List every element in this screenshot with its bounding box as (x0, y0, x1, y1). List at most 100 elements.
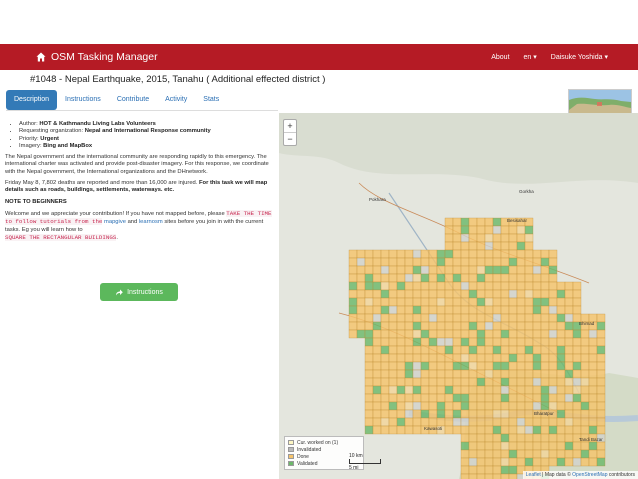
task-cell[interactable] (444, 297, 454, 307)
task-cell[interactable] (468, 225, 478, 235)
task-cell[interactable] (388, 409, 398, 419)
task-cell[interactable] (436, 417, 446, 427)
task-cell[interactable] (580, 345, 590, 355)
task-cell[interactable] (468, 265, 478, 275)
task-cell[interactable] (452, 393, 462, 403)
task-cell[interactable] (572, 337, 582, 347)
task-cell[interactable] (412, 321, 422, 331)
task-cell[interactable] (444, 265, 454, 275)
task-cell[interactable] (452, 313, 462, 323)
task-cell[interactable] (532, 353, 542, 363)
task-cell[interactable] (460, 265, 470, 275)
task-cell[interactable] (436, 393, 446, 403)
task-cell[interactable] (468, 297, 478, 307)
task-cell[interactable] (500, 305, 510, 315)
task-cell[interactable] (468, 409, 478, 419)
task-cell[interactable] (588, 393, 598, 403)
task-cell[interactable] (476, 273, 486, 283)
task-cell[interactable] (356, 321, 366, 331)
task-cell[interactable] (516, 417, 526, 427)
task-cell[interactable] (404, 369, 414, 379)
task-cell[interactable] (572, 377, 582, 387)
task-cell[interactable] (564, 369, 574, 379)
task-cell[interactable] (436, 401, 446, 411)
task-cell[interactable] (556, 353, 566, 363)
task-cell[interactable] (556, 361, 566, 371)
task-cell[interactable] (564, 313, 574, 323)
task-cell[interactable] (436, 337, 446, 347)
task-cell[interactable] (484, 273, 494, 283)
task-cell[interactable] (388, 345, 398, 355)
tab-activity[interactable]: Activity (157, 90, 195, 110)
task-cell[interactable] (356, 249, 366, 259)
task-cell[interactable] (452, 385, 462, 395)
task-cell[interactable] (516, 409, 526, 419)
task-cell[interactable] (492, 425, 502, 435)
task-cell[interactable] (420, 385, 430, 395)
task-cell[interactable] (364, 377, 374, 387)
task-cell[interactable] (364, 313, 374, 323)
task-cell[interactable] (460, 281, 470, 291)
task-cell[interactable] (468, 273, 478, 283)
task-cell[interactable] (420, 369, 430, 379)
task-cell[interactable] (436, 353, 446, 363)
task-cell[interactable] (444, 417, 454, 427)
task-cell[interactable] (468, 401, 478, 411)
task-cell[interactable] (396, 353, 406, 363)
task-cell[interactable] (468, 353, 478, 363)
task-cell[interactable] (508, 321, 518, 331)
task-cell[interactable] (516, 441, 526, 451)
task-cell[interactable] (356, 257, 366, 267)
task-cell[interactable] (580, 457, 590, 467)
task-cell[interactable] (484, 457, 494, 467)
task-cell[interactable] (548, 401, 558, 411)
task-cell[interactable] (548, 345, 558, 355)
task-cell[interactable] (548, 353, 558, 363)
task-cell[interactable] (508, 433, 518, 443)
task-cell[interactable] (364, 361, 374, 371)
task-cell[interactable] (452, 321, 462, 331)
task-cell[interactable] (396, 417, 406, 427)
task-cell[interactable] (380, 257, 390, 267)
task-cell[interactable] (372, 353, 382, 363)
task-cell[interactable] (356, 305, 366, 315)
task-cell[interactable] (372, 369, 382, 379)
task-cell[interactable] (572, 329, 582, 339)
task-cell[interactable] (492, 449, 502, 459)
task-cell[interactable] (404, 249, 414, 259)
task-cell[interactable] (436, 409, 446, 419)
task-cell[interactable] (476, 297, 486, 307)
task-cell[interactable] (572, 425, 582, 435)
task-cell[interactable] (372, 249, 382, 259)
task-cell[interactable] (356, 297, 366, 307)
task-cell[interactable] (516, 337, 526, 347)
task-cell[interactable] (484, 441, 494, 451)
task-cell[interactable] (348, 305, 358, 315)
task-cell[interactable] (420, 409, 430, 419)
task-cell[interactable] (492, 297, 502, 307)
task-cell[interactable] (508, 329, 518, 339)
task-cell[interactable] (548, 297, 558, 307)
task-cell[interactable] (476, 337, 486, 347)
task-cell[interactable] (348, 257, 358, 267)
task-cell[interactable] (516, 345, 526, 355)
task-cell[interactable] (412, 377, 422, 387)
task-cell[interactable] (428, 305, 438, 315)
task-cell[interactable] (420, 361, 430, 371)
task-cell[interactable] (452, 425, 462, 435)
task-cell[interactable] (508, 289, 518, 299)
task-cell[interactable] (372, 417, 382, 427)
task-cell[interactable] (412, 297, 422, 307)
task-cell[interactable] (524, 289, 534, 299)
leaflet-link[interactable]: Leaflet (526, 472, 541, 478)
task-cell[interactable] (372, 425, 382, 435)
task-cell[interactable] (532, 273, 542, 283)
task-cell[interactable] (556, 377, 566, 387)
task-cell[interactable] (492, 233, 502, 243)
task-cell[interactable] (556, 425, 566, 435)
task-cell[interactable] (524, 433, 534, 443)
task-cell[interactable] (476, 457, 486, 467)
task-cell[interactable] (540, 353, 550, 363)
task-cell[interactable] (580, 401, 590, 411)
task-cell[interactable] (524, 241, 534, 251)
